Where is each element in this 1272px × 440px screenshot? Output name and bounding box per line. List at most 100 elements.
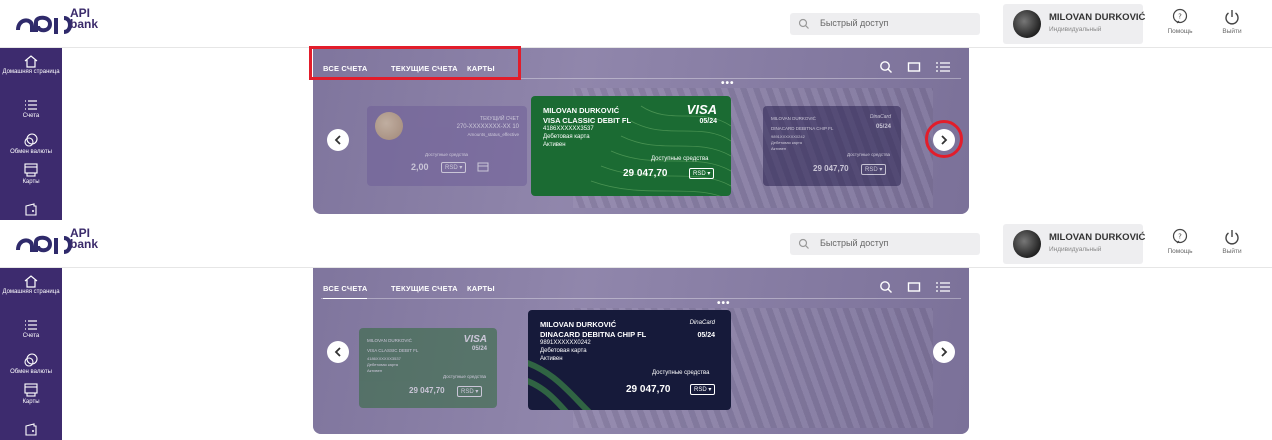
card-holder: MILOVAN DURKOVIĆ	[543, 106, 620, 115]
quick-search-input[interactable]: Быстрый доступ	[790, 13, 980, 35]
card-expiry: 05/24	[697, 332, 715, 339]
card-view-icon[interactable]	[907, 280, 921, 294]
sidebar-item-home[interactable]: Домашняя страница	[0, 274, 62, 296]
balance-amount: 2,00	[411, 162, 429, 172]
exchange-icon	[24, 133, 38, 147]
card-small-icon	[477, 162, 489, 172]
user-role: Индивидуальный	[1049, 246, 1102, 253]
help-button[interactable]: ? Помощь	[1158, 8, 1202, 44]
sidebar-item-wallet[interactable]	[0, 202, 62, 216]
card-view-icon[interactable]	[907, 60, 921, 74]
sidebar-item-exchange[interactable]: Обмен валюты	[0, 132, 62, 156]
card-status: Активен	[540, 356, 563, 362]
sidebar-item-wallet[interactable]	[0, 422, 62, 436]
currency-select[interactable]: RSD ▾	[441, 162, 467, 173]
sidebar-item-label: Обмен валюты	[10, 149, 52, 155]
logo-bank: bank	[70, 17, 99, 31]
help-button[interactable]: ? Помощь	[1158, 228, 1202, 264]
help-label: Помощь	[1167, 248, 1193, 255]
account-number: 270-XXXXXXXX-XX 10	[456, 124, 519, 130]
more-options-icon[interactable]: •••	[717, 298, 731, 309]
visa-debit-card[interactable]: MILOVAN DURKOVIĆ VISA CLASSIC DEBIT FL 4…	[359, 328, 497, 408]
card-kind: Дебетовая карта	[771, 140, 803, 145]
search-placeholder: Быстрый доступ	[820, 238, 889, 248]
balance-amount: 29 047,70	[813, 164, 849, 173]
quick-search-input[interactable]: Быстрый доступ	[790, 233, 980, 255]
sidebar-item-label: Обмен валюты	[10, 369, 52, 375]
highlight-tabs-annotation	[309, 46, 521, 80]
currency-value: RSD	[693, 171, 706, 177]
list-icon	[25, 320, 37, 330]
currency-value: RSD	[461, 389, 474, 395]
visa-logo: VISA	[686, 102, 717, 117]
svg-text:?: ?	[1178, 13, 1182, 21]
tab-cards[interactable]: КАРТЫ	[467, 284, 495, 293]
currency-select[interactable]: RSD ▾	[861, 164, 887, 175]
search-placeholder: Быстрый доступ	[820, 18, 889, 28]
list-view-icon[interactable]	[935, 280, 951, 294]
logo-text: API bank	[70, 227, 99, 251]
logout-button[interactable]: Выйти	[1210, 8, 1254, 44]
balance-label: Доступные средства	[443, 374, 487, 379]
balance-amount: 29 047,70	[409, 386, 445, 395]
account-card-current[interactable]: ТЕКУЩИЙ СЧЕТ 270-XXXXXXXX-XX 10 Amounts_…	[367, 106, 527, 186]
balance-label: Доступные средства	[652, 370, 710, 376]
dinacard-debit-card[interactable]: MILOVAN DURKOVIĆ DINACARD DEBITNA CHIP F…	[528, 310, 731, 410]
sidebar-item-cards[interactable]: Карты	[0, 162, 62, 186]
currency-value: RSD	[865, 167, 878, 173]
sidebar-item-cards[interactable]: Карты	[0, 382, 62, 406]
carousel-next-button[interactable]	[933, 341, 955, 363]
wallet-icon	[25, 203, 37, 216]
balance-label: Доступные средства	[425, 152, 469, 157]
card-expiry: 05/24	[471, 346, 487, 352]
card-product: DINACARD DEBITNA CHIP FL	[540, 330, 647, 339]
user-profile[interactable]: MILOVAN DURKOVIĆ Индивидуальный	[1003, 224, 1146, 264]
currency-select[interactable]: RSD ▾	[457, 386, 483, 397]
sidebar-item-label: Домашняя страница	[2, 289, 60, 295]
card-status: Активен	[771, 146, 787, 151]
card-kind: Дебетовая карта	[540, 348, 587, 354]
card-holder: MILOVAN DURKOVIĆ	[367, 338, 412, 343]
exchange-icon	[24, 353, 38, 367]
user-name: MILOVAN DURKOVIĆ	[1049, 232, 1146, 243]
sidebar-item-accounts[interactable]: Счета	[0, 318, 62, 340]
carousel-prev-button[interactable]	[327, 341, 349, 363]
list-icon	[25, 100, 37, 110]
tab-all-accounts[interactable]: ВСЕ СЧЕТА	[323, 284, 368, 299]
sidebar-item-label: Карты	[22, 399, 40, 405]
sidebar-item-label: Карты	[22, 179, 40, 185]
dinacard-debit-card[interactable]: MILOVAN DURKOVIĆ DINACARD DEBITNA CHIP F…	[763, 106, 901, 186]
top-bar: API bank Быстрый доступ MILOVAN DURKOVIĆ…	[0, 0, 1272, 48]
screenshot-frame-bottom: API bank Быстрый доступ MILOVAN DURKOVIĆ…	[0, 220, 1272, 440]
sidebar: Домашняя страница Счета Обмен валюты Кар…	[0, 48, 62, 220]
currency-select[interactable]: RSD ▾	[689, 168, 715, 179]
balance-amount: 29 047,70	[626, 384, 671, 395]
visa-debit-card[interactable]: MILOVAN DURKOVIĆ VISA CLASSIC DEBIT FL 4…	[531, 96, 731, 196]
more-options-icon[interactable]: •••	[721, 78, 735, 89]
logo-bank: bank	[70, 237, 99, 251]
search-icon[interactable]	[879, 280, 893, 294]
sidebar-item-exchange[interactable]: Обмен валюты	[0, 352, 62, 376]
list-view-icon[interactable]	[935, 60, 951, 74]
user-name: MILOVAN DURKOVIĆ	[1049, 12, 1146, 23]
balance-label: Доступные средства	[651, 156, 709, 162]
card-number: 9891XXXXXX0242	[771, 134, 805, 139]
user-profile[interactable]: MILOVAN DURKOVIĆ Индивидуальный	[1003, 4, 1146, 44]
card-holder: MILOVAN DURKOVIĆ	[540, 320, 617, 329]
card-product: VISA CLASSIC DEBIT FL	[543, 116, 632, 125]
account-type: ТЕКУЩИЙ СЧЕТ	[480, 116, 519, 122]
currency-select[interactable]: RSD ▾	[690, 384, 716, 395]
tab-current-accounts[interactable]: ТЕКУЩИЕ СЧЕТА	[391, 284, 458, 293]
sidebar-item-accounts[interactable]: Счета	[0, 98, 62, 120]
sidebar-item-home[interactable]: Домашняя страница	[0, 54, 62, 76]
account-sub: Amounts_status_effective	[467, 132, 519, 137]
svg-text:?: ?	[1178, 233, 1182, 241]
carousel-prev-button[interactable]	[327, 129, 349, 151]
logout-button[interactable]: Выйти	[1210, 228, 1254, 264]
account-avatar	[375, 112, 403, 140]
card-product: DINACARD DEBITNA CHIP FL	[771, 126, 834, 131]
avatar	[1013, 230, 1041, 258]
search-icon[interactable]	[879, 60, 893, 74]
card-number: 4186XXXXXX3537	[367, 356, 401, 361]
balance-amount: 29 047,70	[623, 168, 668, 179]
